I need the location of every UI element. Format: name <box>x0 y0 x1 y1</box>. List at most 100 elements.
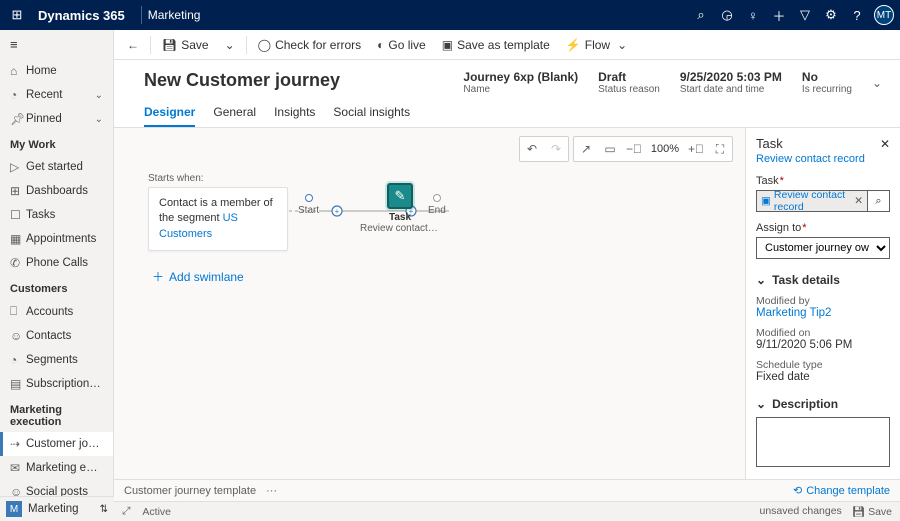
dashboard-icon: ⊞ <box>10 184 26 198</box>
nav-home[interactable]: ⌂Home <box>0 59 113 83</box>
mail-icon: ✉ <box>10 461 26 475</box>
segment-icon: ◔ <box>10 353 26 367</box>
journey-icon: ⇢ <box>10 437 26 451</box>
nav-area-switcher[interactable]: M Marketing ⇅ <box>0 496 114 521</box>
flow-button[interactable]: ⚡Flow⌄ <box>559 34 634 56</box>
back-button[interactable]: ← <box>120 34 146 56</box>
filter-icon[interactable]: ▽ <box>792 7 818 23</box>
undo-button[interactable]: ↶ <box>520 137 544 161</box>
nav-tasks[interactable]: ☐Tasks <box>0 203 113 227</box>
fullscreen-button[interactable]: ⛶ <box>708 137 732 161</box>
nav-contacts[interactable]: ☺Contacts <box>0 324 113 348</box>
header-expand-button[interactable]: ⌄ <box>872 76 882 90</box>
golive-button[interactable]: ◐Go live <box>370 34 433 56</box>
tab-designer[interactable]: Designer <box>144 105 195 127</box>
nav-getstarted[interactable]: ▷Get started <box>0 155 113 179</box>
task-lookup[interactable]: ▣Review contact record✕ ⌕ <box>756 190 890 212</box>
task-field-label: Task <box>756 175 890 187</box>
modified-by-link[interactable]: Marketing Tip2 <box>756 307 890 319</box>
building-icon: ⎕ <box>10 304 26 319</box>
task-check-icon[interactable]: ◶ <box>714 7 740 23</box>
zoom-in-button[interactable]: +⃝ <box>684 137 708 161</box>
home-icon: ⌂ <box>10 64 26 78</box>
task-icon: ☐ <box>10 208 26 222</box>
panel-record-link[interactable]: Review contact record <box>756 153 890 165</box>
help-icon[interactable]: ? <box>844 8 870 23</box>
add-swimlane-button[interactable]: ＋Add swimlane <box>152 268 244 285</box>
expand-icon[interactable]: ⤢ <box>122 505 130 518</box>
tab-general[interactable]: General <box>213 105 256 127</box>
global-topbar: ⊞ Dynamics 365 Marketing ⌕ ◶ ♀ ＋ ▽ ⚙ ? M… <box>0 0 900 30</box>
nav-appointments[interactable]: ▦Appointments <box>0 227 113 251</box>
header-recur-value: No <box>802 70 852 84</box>
module-label[interactable]: Marketing <box>148 8 201 22</box>
zoom-out-button[interactable]: −⃝ <box>622 137 646 161</box>
nav-phonecalls[interactable]: ✆Phone Calls <box>0 251 113 275</box>
arrange-button[interactable]: ↗ <box>574 137 598 161</box>
check-errors-button[interactable]: ◯Check for errors <box>251 34 368 56</box>
assign-field-label: Assign to <box>756 222 890 234</box>
nav-journeys[interactable]: ⇢Customer journeys <box>0 432 113 456</box>
journey-end-node[interactable]: End <box>428 188 446 216</box>
modified-on-value: 9/11/2020 5:06 PM <box>756 339 890 351</box>
form-tabs: Designer General Insights Social insight… <box>114 95 900 128</box>
phone-icon: ✆ <box>10 256 26 270</box>
lookup-search-button[interactable]: ⌕ <box>867 191 889 211</box>
canvas-footer: Customer journey template ··· ⟲Change te… <box>114 479 900 501</box>
record-header: New Customer journey Journey 6xp (Blank)… <box>114 60 900 95</box>
schedule-type-value: Fixed date <box>756 371 890 383</box>
designer-canvas[interactable]: ↶↷ ↗▭−⃝100%+⃝⛶ Starts when: Contact is a… <box>114 128 745 479</box>
tab-social[interactable]: Social insights <box>333 105 410 127</box>
nav-pinned[interactable]: 📌︎Pinned⌄ <box>0 107 113 131</box>
nav-sublists[interactable]: ▤Subscription lists <box>0 372 113 396</box>
task-chip-icon: ▣ <box>761 195 771 207</box>
change-template-button[interactable]: ⟲Change template <box>793 484 890 497</box>
command-bar: ← 💾︎Save ⌄ ◯Check for errors ◐Go live ▣S… <box>114 30 900 60</box>
description-textarea[interactable] <box>756 417 890 467</box>
app-launcher-icon[interactable]: ⊞ <box>6 7 28 23</box>
save-template-button[interactable]: ▣Save as template <box>435 34 557 56</box>
header-status-value: Draft <box>598 70 660 84</box>
plus-icon: ＋ <box>152 268 164 285</box>
fit-button[interactable]: ▭ <box>598 137 622 161</box>
save-button[interactable]: 💾︎Save <box>155 34 216 56</box>
chip-remove-button[interactable]: ✕ <box>854 195 863 207</box>
zoom-level: 100% <box>646 137 684 161</box>
avatar[interactable]: MT <box>874 5 894 25</box>
assistant-icon[interactable]: ♀ <box>740 8 766 23</box>
tab-insights[interactable]: Insights <box>274 105 315 127</box>
nav-segments[interactable]: ◔Segments <box>0 348 113 372</box>
chevron-down-icon: ⌄ <box>95 114 103 125</box>
properties-panel: Task✕ Review contact record Task ▣Review… <box>745 128 900 479</box>
journey-start-node[interactable]: Start <box>298 188 319 216</box>
panel-close-button[interactable]: ✕ <box>880 137 890 151</box>
change-icon: ⟲ <box>793 484 802 497</box>
template-icon: ▣ <box>442 38 453 52</box>
start-condition-card[interactable]: Starts when: Contact is a member of the … <box>148 173 288 251</box>
nav-recent[interactable]: ◔Recent⌄ <box>0 83 113 107</box>
assign-select[interactable]: Customer journey owner <box>756 237 890 259</box>
area-badge: M <box>6 501 22 517</box>
nav-accounts[interactable]: ⎕Accounts <box>0 299 113 324</box>
search-icon[interactable]: ⌕ <box>688 7 714 23</box>
add-icon[interactable]: ＋ <box>766 6 792 25</box>
area-label: Marketing <box>28 503 100 515</box>
check-icon: ◯ <box>258 38 271 52</box>
footer-save-button[interactable]: 💾︎ Save <box>852 505 892 518</box>
description-section[interactable]: ⌄Description <box>756 397 890 411</box>
chevron-down-icon: ⌄ <box>756 397 766 411</box>
updown-icon: ⇅ <box>100 504 108 515</box>
save-options-button[interactable]: ⌄ <box>218 34 242 56</box>
task-details-section[interactable]: ⌄Task details <box>756 273 890 287</box>
gear-icon[interactable]: ⚙ <box>818 7 844 23</box>
canvas-toolbar: ↶↷ ↗▭−⃝100%+⃝⛶ <box>519 136 733 162</box>
task-tile-icon: ✎ <box>387 183 413 209</box>
nav-emails[interactable]: ✉Marketing emails <box>0 456 113 480</box>
unsaved-changes-label: unsaved changes <box>759 505 841 518</box>
nav-toggle-icon[interactable]: ≡ <box>0 30 113 59</box>
pin-icon: 📌︎ <box>10 112 26 126</box>
nav-dashboards[interactable]: ⊞Dashboards <box>0 179 113 203</box>
redo-button[interactable]: ↷ <box>544 137 568 161</box>
template-more-button[interactable]: ··· <box>266 485 277 497</box>
brand-label: Dynamics 365 <box>28 8 135 23</box>
